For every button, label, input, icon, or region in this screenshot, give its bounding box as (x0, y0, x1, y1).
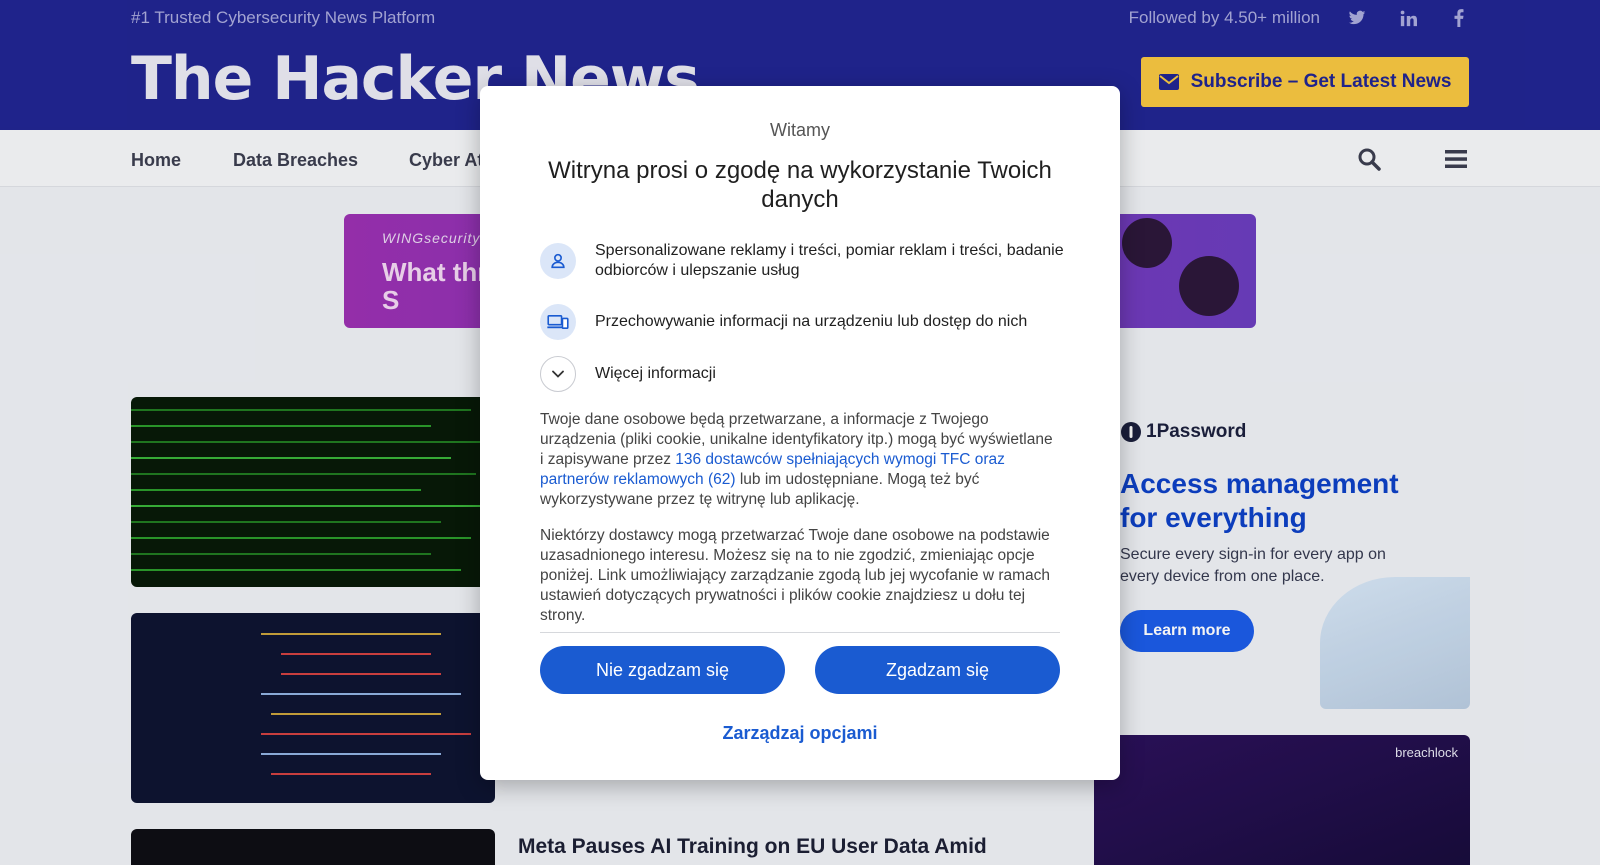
more-info-label: Więcej informacji (595, 365, 716, 382)
chevron-down-icon[interactable] (540, 356, 576, 392)
consent-dialog: Witamy Witryna prosi o zgodę na wykorzys… (480, 86, 1120, 780)
devices-icon (540, 304, 576, 340)
purpose-text: Spersonalizowane reklamy i treści, pomia… (595, 242, 1064, 279)
purpose-device-storage: Przechowywanie informacji na urządzeniu … (540, 304, 1027, 340)
person-icon (540, 243, 576, 279)
consent-paragraph-2: Niektórzy dostawcy mogą przetwarzać Twoj… (540, 527, 1051, 624)
purpose-personalized-ads: Spersonalizowane reklamy i treści, pomia… (540, 241, 1120, 281)
dialog-divider (540, 632, 1060, 633)
dialog-title: Witryna prosi o zgodę na wykorzystanie T… (548, 157, 1052, 213)
accept-button[interactable]: Zgadzam się (815, 646, 1060, 694)
dialog-welcome: Witamy (770, 120, 830, 140)
manage-options-link[interactable]: Zarządzaj opcjami (480, 723, 1120, 744)
consent-paragraph-1: Twoje dane osobowe będą przetwarzane, a … (540, 411, 1053, 508)
purpose-text: Przechowywanie informacji na urządzeniu … (595, 313, 1028, 330)
decline-button[interactable]: Nie zgadzam się (540, 646, 785, 694)
more-info-toggle[interactable]: Więcej informacji (540, 356, 716, 392)
